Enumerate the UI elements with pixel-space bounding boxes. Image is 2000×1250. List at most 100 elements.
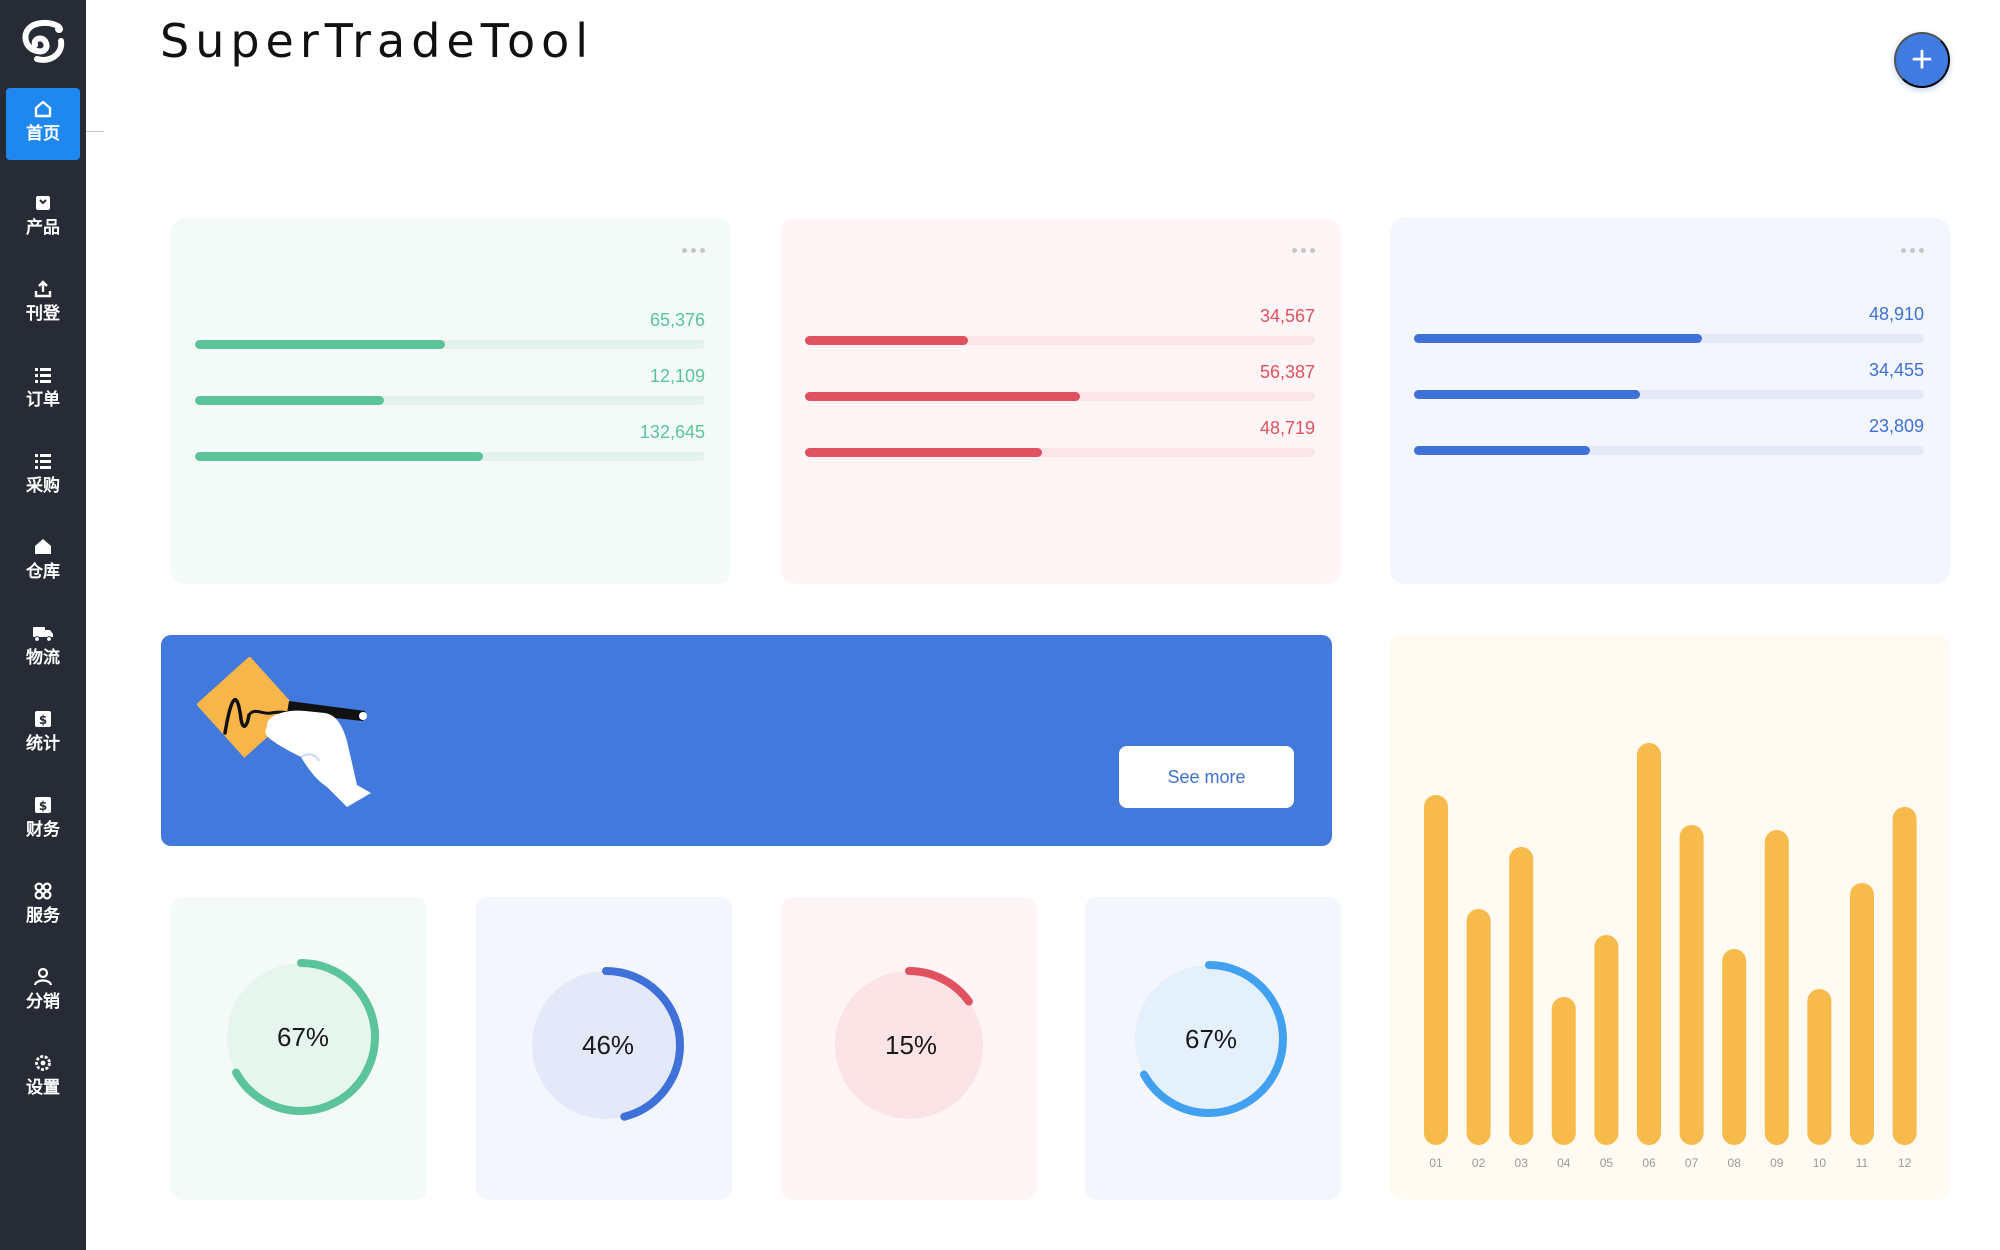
stat-card-green: 65,376 12,109 132,645 [171,218,731,584]
promo-banner: See more [161,635,1332,846]
user-icon [32,966,54,988]
chart-bar-05 [1594,935,1619,1145]
sidebar-item-9[interactable]: $ 财务 [0,774,86,860]
sidebar-item-label: 分销 [26,992,60,1012]
stat-value: 23,809 [1868,416,1924,436]
chart-tick-label: 09 [1770,1156,1784,1170]
progress-fill [805,336,969,345]
progress-fill [1414,390,1640,399]
progress-fill [195,340,445,349]
brand-logo-icon[interactable] [0,14,86,70]
more-options-icon[interactable] [1901,248,1924,253]
progress-fill [195,396,384,405]
dashboard-app: 首页 产品 刊登 订单 采购 仓库 物流 $ 统计 $ 财务 服务 分销 设置 SuperTradeToo… [0,0,2000,1250]
progress-track [805,448,1315,457]
progress-track [195,452,705,461]
sidebar-item-label: 订单 [26,390,60,410]
chart-tick-label: 12 [1898,1156,1912,1170]
stats-icon: $ [32,708,54,730]
chart-bar-08 [1722,949,1747,1145]
progress-fill [1414,334,1703,343]
sidebar-item-label: 服务 [26,906,60,926]
more-options-icon[interactable] [682,248,705,253]
sidebar-item-label: 设置 [26,1078,60,1098]
upload-icon [32,278,54,300]
stat-value: 56,387 [1259,362,1315,382]
donut-card-1: 67% [171,897,427,1200]
chart-bar-12 [1892,807,1917,1145]
sidebar-item-label: 采购 [26,476,60,496]
chart-tick-label: 04 [1557,1156,1571,1170]
sidebar-item-label: 财务 [26,820,60,840]
stat-value: 34,567 [1259,306,1315,326]
chart-tick-label: 06 [1642,1156,1656,1170]
chart-bar-06 [1637,743,1661,1145]
truck-icon [32,622,54,644]
sidebar-item-5[interactable]: 采购 [0,430,86,516]
progress-track [1414,390,1924,399]
chart-tick-label: 02 [1472,1156,1486,1170]
progress-fill [195,452,484,461]
progress-track [195,340,705,349]
sidebar-item-label: 仓库 [26,562,60,582]
stat-value: 65,376 [649,310,705,330]
sidebar-item-label: 统计 [26,734,60,754]
chart-tick-label: 03 [1515,1156,1529,1170]
progress-fill [805,392,1081,401]
sidebar: 首页产品刊登订单采购仓库物流 $ 统计 $ 财务服务分销设置 [0,0,86,1250]
chart-bar-02 [1466,909,1491,1145]
donut-card-2: 46% [476,897,732,1200]
sidebar-item-label: 物流 [26,648,60,668]
sidebar-item-1[interactable]: 首页 [0,86,86,172]
chart-bar-11 [1850,883,1874,1145]
chart-bar-03 [1509,847,1534,1145]
sidebar-item-4[interactable]: 订单 [0,344,86,430]
chart-bar-01 [1424,795,1448,1145]
stat-value: 132,645 [639,422,705,442]
donut-percent-label: 67% [277,1022,330,1052]
sidebar-item-label: 产品 [26,218,60,238]
see-more-button[interactable]: See more [1119,746,1294,808]
donut-percent-label: 15% [885,1030,938,1060]
chart-tick-label: 05 [1600,1156,1614,1170]
chart-bar-04 [1551,997,1576,1145]
progress-track [1414,334,1924,343]
svg-text:$: $ [39,799,47,813]
sidebar-item-12[interactable]: 设置 [0,1032,86,1118]
sidebar-item-10[interactable]: 服务 [0,860,86,946]
warehouse-icon [32,536,54,558]
sidebar-item-8[interactable]: $ 统计 [0,688,86,774]
product-icon [32,192,54,214]
chart-bar-07 [1679,825,1704,1145]
donut-percent-label: 67% [1185,1024,1238,1054]
more-options-icon[interactable] [1292,248,1315,253]
chart-tick-label: 10 [1813,1156,1827,1170]
add-button[interactable]: + [1894,32,1950,88]
sidebar-item-2[interactable]: 产品 [0,172,86,258]
chart-tick-label: 01 [1429,1156,1443,1170]
sidebar-item-3[interactable]: 刊登 [0,258,86,344]
stat-card-blue: 48,910 34,455 23,809 [1390,218,1950,584]
divider [86,131,104,132]
sidebar-item-7[interactable]: 物流 [0,602,86,688]
monthly-bar-chart: 01 02 03 04 05 06 07 08 09 10 11 12 [1390,635,1950,1200]
settings-icon [32,1052,54,1074]
sidebar-item-11[interactable]: 分销 [0,946,86,1032]
progress-track [805,336,1315,345]
list-icon [32,364,54,386]
chart-tick-label: 11 [1856,1156,1869,1170]
list-icon [32,450,54,472]
grid-icon [32,880,54,902]
progress-track [805,392,1315,401]
donut-card-3: 15% [781,897,1037,1200]
progress-track [195,396,705,405]
sidebar-nav: 首页产品刊登订单采购仓库物流 $ 统计 $ 财务服务分销设置 [0,86,86,1118]
sidebar-item-6[interactable]: 仓库 [0,516,86,602]
chart-tick-label: 07 [1685,1156,1699,1170]
donut-percent-label: 46% [582,1030,635,1060]
chart-bar-09 [1764,830,1789,1145]
chart-tick-label: 08 [1728,1156,1742,1170]
finance-icon: $ [32,794,54,816]
donut-card-4: 67% [1085,897,1341,1200]
stat-value: 48,719 [1259,418,1315,438]
